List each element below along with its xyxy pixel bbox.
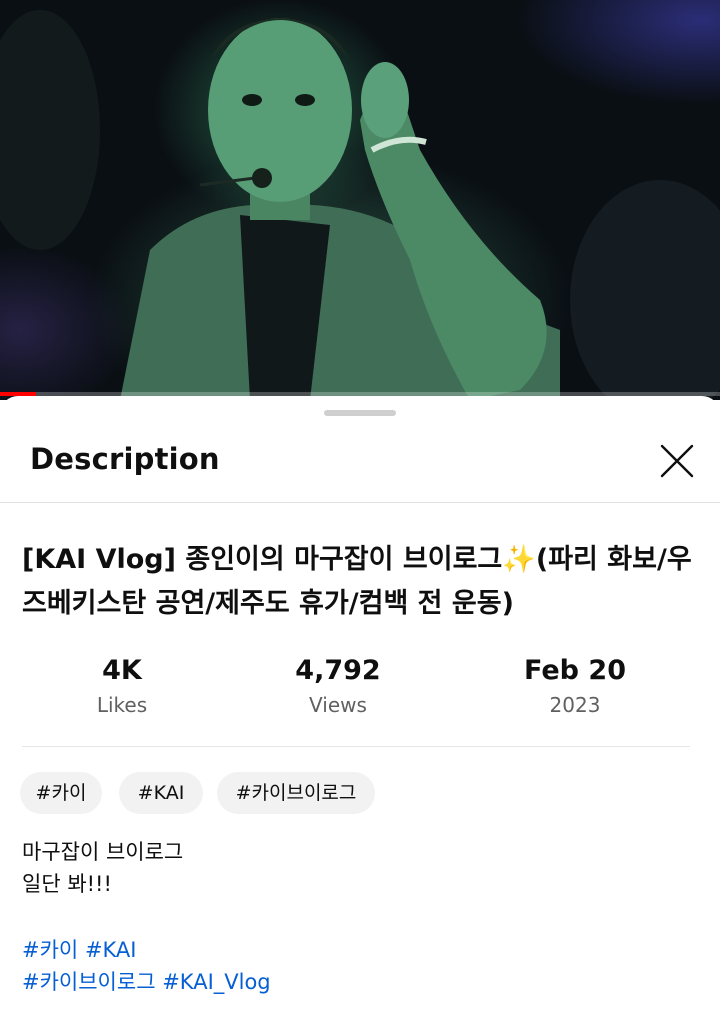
hashtag-link[interactable]: #카이브이로그 [22, 970, 156, 994]
hashtag-chip[interactable]: #카이브이로그 [217, 772, 375, 814]
close-icon [660, 444, 694, 478]
publish-year: 2023 [549, 693, 601, 717]
likes-count: 4K [102, 655, 142, 686]
sheet-title: Description [30, 442, 220, 476]
likes-stat: 4K Likes [32, 654, 212, 720]
publish-date: Feb 20 [524, 655, 626, 686]
likes-label: Likes [96, 693, 148, 717]
description-line: 마구잡이 브이로그 [22, 840, 184, 864]
views-count: 4,792 [295, 655, 381, 686]
hashtag-chip[interactable]: #카이 [20, 772, 102, 814]
hashtag-link[interactable]: #KAI_Vlog [162, 970, 270, 994]
stats-divider [22, 746, 690, 747]
stats-row: 4K Likes 4,792 Views Feb 20 2023 [0, 654, 720, 724]
hashtag-link[interactable]: #KAI [85, 938, 137, 962]
views-stat: 4,792 Views [248, 654, 428, 720]
video-frame-image [0, 10, 720, 400]
views-label: Views [309, 693, 367, 717]
hashtag-link[interactable]: #카이 [22, 938, 78, 962]
description-text: 마구잡이 브이로그 일단 봐!!! #카이 #KAI #카이브이로그 #KAI_… [22, 836, 698, 998]
header-divider [0, 502, 720, 503]
sheet-drag-handle[interactable] [324, 410, 396, 416]
video-player[interactable] [0, 0, 720, 400]
description-hashtag-line: #카이 #KAI [22, 934, 698, 966]
description-line: 일단 봐!!! [22, 872, 112, 896]
hashtag-chip[interactable]: #KAI [119, 772, 203, 814]
video-title: [KAI Vlog] 종인이의 마구잡이 브이로그✨(파리 화보/우즈베키스탄 … [22, 544, 692, 619]
description-sheet: Description [KAI Vlog] 종인이의 마구잡이 브이로그✨(파… [0, 396, 720, 1024]
description-hashtag-line: #카이브이로그 #KAI_Vlog [22, 966, 698, 998]
publish-date-stat: Feb 20 2023 [485, 654, 665, 720]
close-button[interactable] [652, 436, 702, 486]
